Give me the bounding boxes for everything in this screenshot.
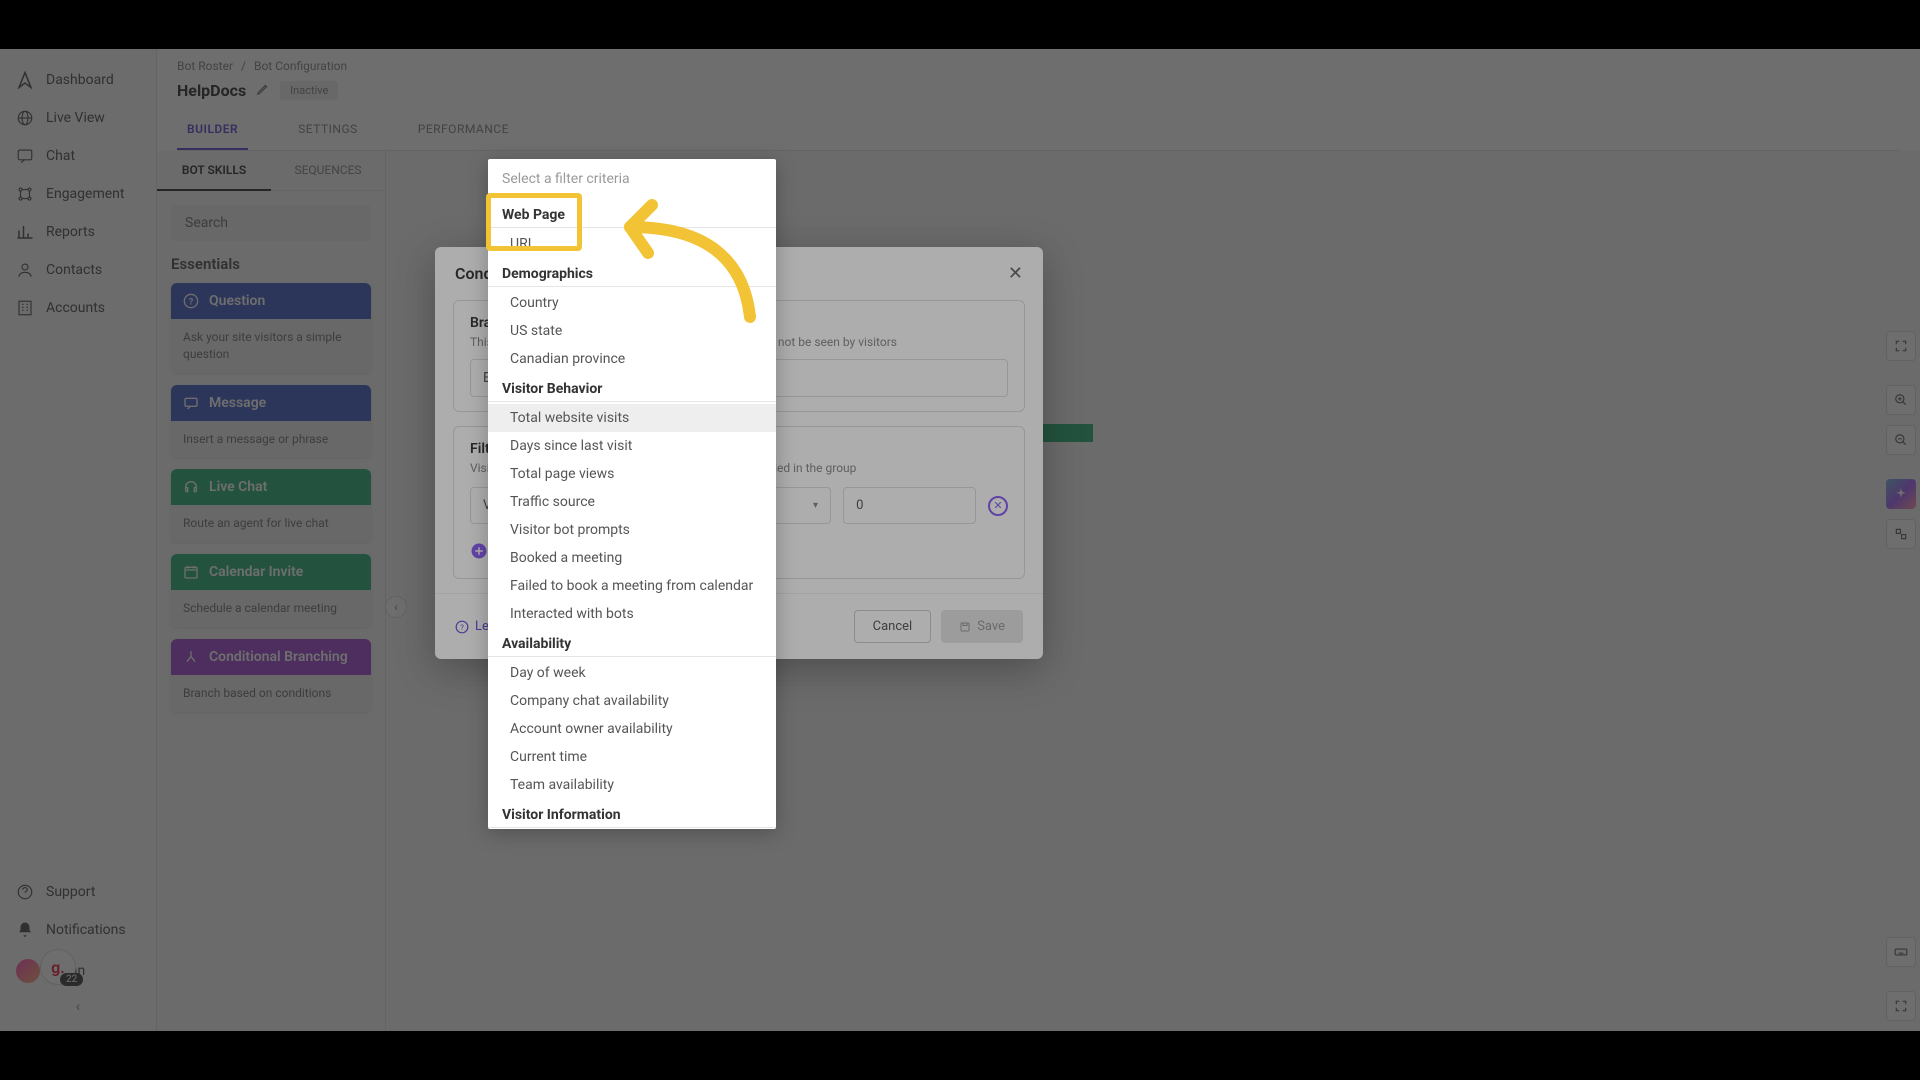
dropdown-item[interactable]: Current time [488, 743, 776, 771]
modal-save-button[interactable]: Save [941, 610, 1023, 643]
modal-save-label: Save [977, 619, 1005, 634]
dropdown-item[interactable]: Total page views [488, 460, 776, 488]
dropdown-group-header: Visitor Information [488, 799, 776, 828]
dropdown-group-header: Demographics [488, 258, 776, 287]
dropdown-item[interactable]: Company chat availability [488, 687, 776, 715]
dropdown-item[interactable]: Day of week [488, 659, 776, 687]
dropdown-item[interactable]: URL [488, 230, 776, 258]
dropdown-item[interactable]: Team availability [488, 771, 776, 799]
dropdown-item[interactable]: Total website visits [488, 404, 776, 432]
dropdown-item[interactable]: Days since last visit [488, 432, 776, 460]
chevron-down-icon: ▾ [813, 500, 818, 511]
dropdown-item[interactable]: Visitor bot prompts [488, 516, 776, 544]
dropdown-item[interactable]: US state [488, 317, 776, 345]
dropdown-item[interactable]: Booked a meeting [488, 544, 776, 572]
dropdown-item[interactable]: Country [488, 289, 776, 317]
remove-filter-button[interactable]: ✕ [988, 496, 1008, 516]
modal-close-button[interactable]: ✕ [1008, 263, 1023, 284]
save-icon [959, 621, 971, 633]
plus-circle-icon [470, 542, 488, 560]
dropdown-group-header: Web Page [488, 199, 776, 228]
dropdown-group-header: Availability [488, 628, 776, 657]
dropdown-item[interactable]: Failed to book a meeting from calendar [488, 572, 776, 600]
filter-criteria-dropdown[interactable]: Select a filter criteria Web PageURLDemo… [488, 159, 776, 829]
dropdown-item[interactable]: Traffic source [488, 488, 776, 516]
svg-text:?: ? [460, 622, 464, 631]
help-icon: ? [455, 620, 469, 634]
dropdown-group-header: Visitor Behavior [488, 373, 776, 402]
dropdown-item[interactable]: Interacted with bots [488, 600, 776, 628]
dropdown-prompt: Select a filter criteria [488, 159, 776, 199]
filter-value: 0 [856, 498, 863, 513]
dropdown-item[interactable]: Canadian province [488, 345, 776, 373]
dropdown-item[interactable]: Account owner availability [488, 715, 776, 743]
filter-value-input[interactable]: 0 [843, 487, 976, 524]
cancel-button[interactable]: Cancel [854, 610, 932, 643]
